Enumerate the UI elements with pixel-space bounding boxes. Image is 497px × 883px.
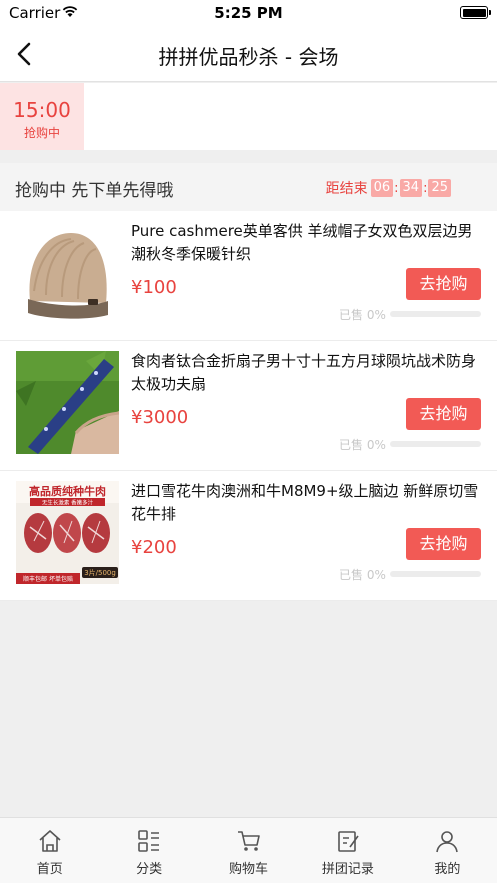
tab-profile[interactable]: 我的 (398, 818, 497, 883)
buy-button[interactable]: 去抢购 (406, 398, 481, 430)
product-list: Pure cashmere英单客供 羊绒帽子女双色双层边男潮秋冬季保暖针织 ¥1… (0, 211, 497, 601)
tab-label: 我的 (434, 862, 461, 877)
clock: 5:25 PM (214, 4, 283, 22)
countdown-separator: : (394, 180, 399, 196)
nav-bar: 拼拼优品秒杀 - 会场 (0, 26, 497, 82)
folding-fan-image (16, 351, 119, 454)
countdown-hours: 06 (370, 179, 394, 197)
status-bar: Carrier 5:25 PM (0, 0, 497, 26)
sold-percent: 已售 0% (339, 308, 386, 322)
sold-percent: 已售 0% (339, 438, 386, 452)
product-name[interactable]: 食肉者钛合金折扇子男十寸十五方月球陨坑战术防身太极功夫扇 (131, 350, 481, 396)
tab-category[interactable]: 分类 (99, 818, 198, 883)
countdown-label: 距结束 (325, 181, 368, 197)
thumb-footer: 顺丰包邮 坏单包赔 (23, 575, 73, 583)
product-thumbnail[interactable]: 高品质纯种牛肉 无生长激素 香嫩多汁 3片/500g 顺丰包邮 坏单包赔 (16, 481, 119, 584)
time-slot-bar: 15:00 抢购中 (0, 83, 497, 150)
category-icon (138, 830, 160, 852)
time-slot-status: 抢购中 (23, 126, 60, 140)
page-title: 拼拼优品秒杀 - 会场 (158, 45, 339, 69)
sold-percent: 已售 0% (339, 568, 386, 582)
home-icon (39, 830, 61, 852)
profile-icon (436, 831, 459, 853)
countdown-timer: 距结束 06 : 34 : 25 (326, 178, 451, 198)
buy-button[interactable]: 去抢购 (406, 268, 481, 300)
tab-label: 首页 (36, 862, 63, 877)
product-thumbnail[interactable] (16, 351, 119, 454)
time-slot-tab[interactable]: 15:00 抢购中 (0, 83, 84, 150)
sold-progress-bar (390, 571, 481, 577)
battery-icon (460, 6, 491, 19)
product-price: ¥200 (131, 537, 177, 558)
tab-label: 分类 (136, 862, 163, 877)
countdown-seconds: 25 (428, 179, 451, 197)
group-record-icon (338, 831, 359, 852)
sold-progress-bar (390, 441, 481, 447)
time-slot-time: 15:00 (13, 98, 71, 122)
product-item[interactable]: 食肉者钛合金折扇子男十寸十五方月球陨坑战术防身太极功夫扇 ¥3000 去抢购 已… (0, 341, 497, 471)
thumb-subline: 无生长激素 香嫩多汁 (42, 499, 94, 507)
product-name[interactable]: Pure cashmere英单客供 羊绒帽子女双色双层边男潮秋冬季保暖针织 (131, 220, 481, 266)
tab-label: 拼团记录 (321, 862, 374, 877)
tab-bar: 首页 分类 购物车 拼团记录 我的 (0, 817, 497, 883)
product-thumbnail[interactable] (16, 221, 119, 324)
countdown-minutes: 34 (399, 179, 423, 197)
buy-button[interactable]: 去抢购 (406, 528, 481, 560)
knit-beanie-image (16, 221, 119, 324)
section-title: 抢购中 先下单先得哦 (15, 181, 174, 201)
beef-steak-image: 高品质纯种牛肉 无生长激素 香嫩多汁 3片/500g 顺丰包邮 坏单包赔 (16, 481, 119, 584)
thumb-badge: 3片/500g (84, 568, 116, 577)
thumb-headline: 高品质纯种牛肉 (29, 484, 106, 498)
product-price: ¥3000 (131, 407, 189, 428)
product-item[interactable]: 高品质纯种牛肉 无生长激素 香嫩多汁 3片/500g 顺丰包邮 坏单包赔 进口雪… (0, 471, 497, 601)
countdown-separator: : (423, 180, 428, 196)
sold-progress-bar (390, 311, 481, 317)
cart-icon (237, 831, 260, 851)
product-price: ¥100 (131, 277, 177, 298)
tab-cart[interactable]: 购物车 (199, 818, 298, 883)
tab-label: 购物车 (229, 862, 269, 877)
section-header: 抢购中 先下单先得哦 距结束 06 : 34 : 25 (0, 163, 497, 211)
product-name[interactable]: 进口雪花牛肉澳洲和牛M8M9+级上脑边 新鲜原切雪花牛排 (131, 480, 481, 526)
product-item[interactable]: Pure cashmere英单客供 羊绒帽子女双色双层边男潮秋冬季保暖针织 ¥1… (0, 211, 497, 341)
tab-group-record[interactable]: 拼团记录 (298, 818, 397, 883)
tab-home[interactable]: 首页 (0, 818, 99, 883)
